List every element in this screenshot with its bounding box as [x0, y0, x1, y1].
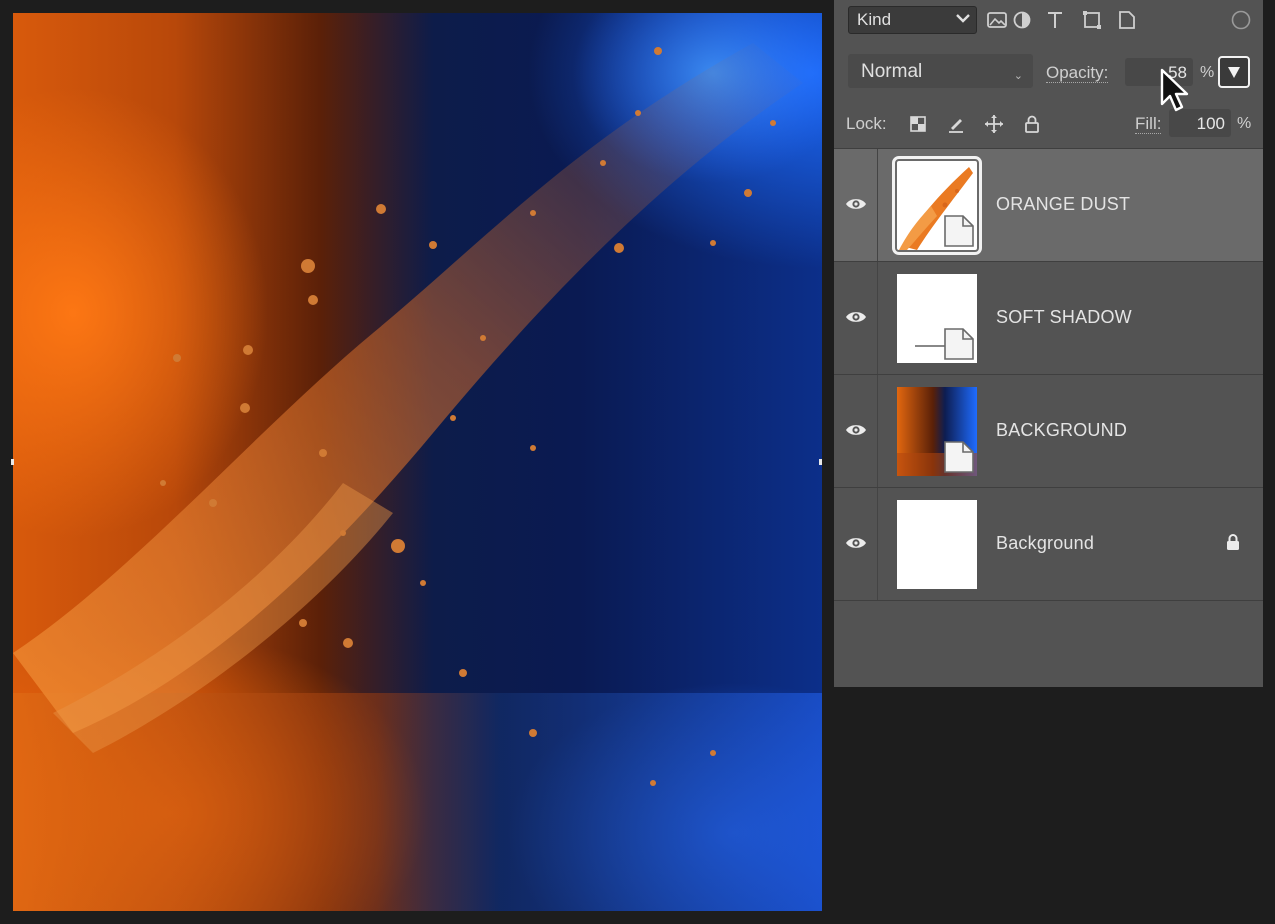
- layer-thumbnail[interactable]: [892, 156, 982, 255]
- document-canvas[interactable]: [13, 13, 822, 911]
- blend-mode-value: Normal: [861, 61, 923, 82]
- eye-icon: [846, 312, 866, 322]
- type-filter-icon[interactable]: [1044, 10, 1066, 30]
- eye-icon: [846, 199, 866, 209]
- layer-row-soft-shadow[interactable]: SOFT SHADOW: [834, 261, 1263, 374]
- kind-filter-label: Kind: [857, 10, 892, 29]
- chevron-down-icon: [956, 14, 970, 23]
- layer-name[interactable]: Background: [996, 533, 1094, 554]
- kind-filter-select[interactable]: Kind: [848, 6, 977, 34]
- lock-image-pixels-icon[interactable]: [946, 114, 966, 134]
- filter-toggle-icon[interactable]: [1230, 10, 1252, 30]
- adjustment-filter-icon[interactable]: [1011, 10, 1033, 30]
- eye-icon: [846, 425, 866, 435]
- layer-visibility-toggle[interactable]: [834, 375, 878, 487]
- triangle-down-icon: [1228, 67, 1240, 78]
- artwork: [13, 13, 822, 911]
- fill-percent: %: [1237, 115, 1252, 132]
- image-filter-icon[interactable]: [986, 10, 1008, 30]
- lock-transparent-pixels-icon[interactable]: [908, 114, 928, 134]
- layers-panel: Kind Normal ⌄ Opacity: 58 % Lock: Fill: …: [834, 0, 1263, 687]
- canvas-right-handle[interactable]: [819, 459, 822, 465]
- layer-lock-icon[interactable]: [1225, 533, 1241, 551]
- chevron-down-icon: ⌄: [1013, 70, 1023, 82]
- opacity-slider-button[interactable]: [1218, 56, 1250, 88]
- layer-thumbnail[interactable]: [897, 387, 977, 476]
- smart-object-filter-icon[interactable]: [1116, 10, 1138, 30]
- layer-visibility-toggle[interactable]: [834, 149, 878, 261]
- layers-list-divider: [834, 600, 1263, 601]
- opacity-percent: %: [1200, 64, 1215, 81]
- layers-list: ORANGE DUST SOFT SHADOW BACKGROUND Backg…: [834, 148, 1263, 601]
- layer-row-background-locked[interactable]: Background: [834, 487, 1263, 600]
- eye-icon: [846, 538, 866, 548]
- lock-label: Lock:: [846, 114, 887, 133]
- mouse-cursor-icon: [1160, 68, 1189, 112]
- canvas-left-handle[interactable]: [11, 459, 14, 465]
- layer-row-background-smart[interactable]: BACKGROUND: [834, 374, 1263, 487]
- smart-object-icon: [944, 215, 974, 247]
- lock-fill-row: Lock: Fill: 100 %: [834, 104, 1263, 142]
- layer-thumbnail[interactable]: [897, 274, 977, 363]
- blend-mode-select[interactable]: Normal ⌄: [848, 54, 1033, 88]
- layer-filter-row: Kind: [834, 0, 1263, 40]
- layer-name[interactable]: SOFT SHADOW: [996, 307, 1132, 328]
- smart-object-icon: [944, 328, 974, 360]
- layer-name[interactable]: ORANGE DUST: [996, 194, 1130, 215]
- layer-visibility-toggle[interactable]: [834, 262, 878, 374]
- smart-object-icon: [944, 441, 974, 473]
- lock-position-icon[interactable]: [984, 114, 1004, 134]
- lock-all-icon[interactable]: [1022, 114, 1042, 134]
- shape-filter-icon[interactable]: [1081, 10, 1103, 30]
- layer-thumbnail[interactable]: [897, 500, 977, 589]
- fill-label[interactable]: Fill:: [1135, 114, 1162, 134]
- opacity-label[interactable]: Opacity:: [1046, 63, 1109, 83]
- layer-row-orange-dust[interactable]: ORANGE DUST: [834, 148, 1263, 261]
- layer-visibility-toggle[interactable]: [834, 488, 878, 600]
- layer-name[interactable]: BACKGROUND: [996, 420, 1127, 441]
- blend-opacity-row: Normal ⌄ Opacity: 58 %: [834, 48, 1263, 94]
